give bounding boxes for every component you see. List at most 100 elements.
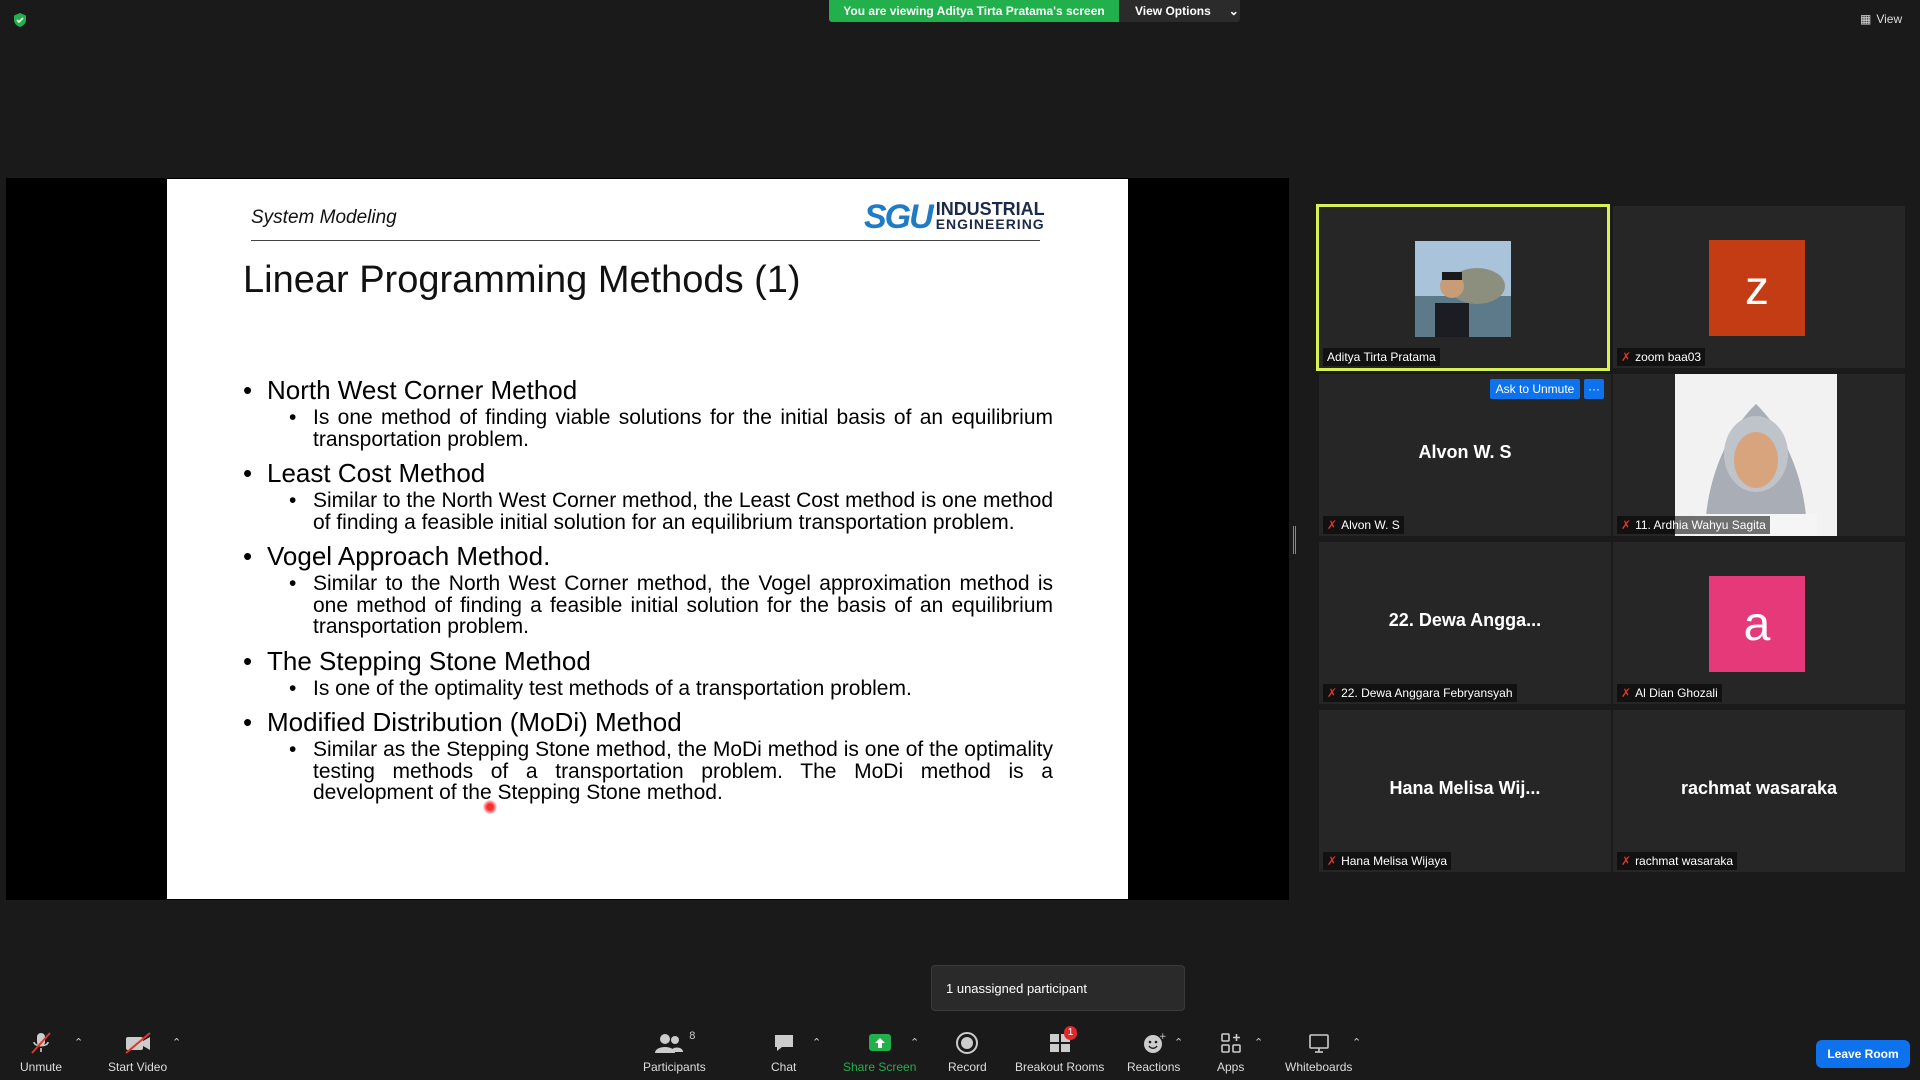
bullet-heading: • Vogel Approach Method. bbox=[243, 541, 551, 571]
apps-options-caret-icon[interactable]: ⌃ bbox=[1254, 1036, 1263, 1049]
leave-room-button[interactable]: Leave Room bbox=[1816, 1040, 1910, 1068]
unmute-label: Unmute bbox=[20, 1060, 63, 1074]
share-screen-icon bbox=[867, 1030, 893, 1056]
participant-name: ✗ 11. Ardhia Wahyu Sagita bbox=[1617, 516, 1770, 534]
splitter-handle[interactable] bbox=[1293, 526, 1296, 554]
slide-title: Linear Programming Methods (1) bbox=[243, 259, 801, 301]
breakout-rooms-button[interactable]: 1 Breakout Rooms bbox=[1015, 1026, 1105, 1074]
mic-muted-icon: ✗ bbox=[1327, 854, 1338, 868]
participant-tile[interactable]: 22. Dewa Angga... ✗ 22. Dewa Anggara Febr… bbox=[1319, 542, 1611, 704]
participants-count: 8 bbox=[689, 1030, 696, 1042]
participant-tile[interactable]: rachmat wasaraka ✗ rachmat wasaraka bbox=[1613, 710, 1905, 872]
logo-line1: INDUSTRIAL bbox=[935, 199, 1045, 219]
viewing-screen-banner: You are viewing Aditya Tirta Pratama's s… bbox=[829, 0, 1119, 22]
laser-pointer-icon bbox=[483, 800, 497, 814]
view-button[interactable]: ▦ View bbox=[1860, 10, 1902, 28]
share-screen-button[interactable]: Share Screen bbox=[843, 1030, 916, 1074]
participant-display-name: Alvon W. S bbox=[1418, 442, 1512, 462]
mic-muted-icon: ✗ bbox=[1621, 518, 1632, 532]
participants-label: Participants bbox=[643, 1060, 706, 1074]
slide-header: System Modeling bbox=[251, 207, 397, 228]
chat-label: Chat bbox=[771, 1060, 797, 1074]
breakout-rooms-label: Breakout Rooms bbox=[1015, 1060, 1105, 1074]
chat-icon bbox=[772, 1030, 796, 1056]
record-icon bbox=[955, 1030, 979, 1056]
share-options-caret-icon[interactable]: ⌃ bbox=[910, 1036, 919, 1049]
bullet-heading: • North West Corner Method bbox=[243, 375, 578, 405]
whiteboards-options-caret-icon[interactable]: ⌃ bbox=[1352, 1036, 1361, 1049]
participant-tile[interactable]: ✗ 11. Ardhia Wahyu Sagita bbox=[1613, 374, 1905, 536]
apps-icon bbox=[1219, 1030, 1243, 1056]
logo-mark: SGU bbox=[864, 197, 934, 236]
participant-tile[interactable]: Hana Melisa Wij... ✗ Hana Melisa Wijaya bbox=[1319, 710, 1611, 872]
participant-display-name: Hana Melisa Wij... bbox=[1389, 778, 1541, 798]
mic-muted-icon: ✗ bbox=[1327, 686, 1338, 700]
chevron-down-icon: ⌄ bbox=[1228, 4, 1239, 18]
video-options-caret-icon[interactable]: ⌃ bbox=[172, 1036, 181, 1049]
more-options-button[interactable]: ··· bbox=[1584, 379, 1604, 399]
slide-divider bbox=[251, 240, 1040, 241]
participant-photo bbox=[1675, 374, 1837, 536]
unassigned-participant-tooltip[interactable]: 1 unassigned participant bbox=[931, 965, 1185, 1011]
mic-muted-icon: ✗ bbox=[1621, 854, 1632, 868]
participant-name: ✗ rachmat wasaraka bbox=[1617, 852, 1738, 870]
audio-options-caret-icon[interactable]: ⌃ bbox=[74, 1036, 83, 1049]
bullet-detail: • Is one method of finding viable solutio… bbox=[289, 406, 1053, 451]
participant-display-name: rachmat wasaraka bbox=[1680, 778, 1838, 798]
record-label: Record bbox=[948, 1060, 987, 1074]
avatar: z bbox=[1709, 240, 1805, 336]
avatar: a bbox=[1709, 576, 1805, 672]
apps-label: Apps bbox=[1217, 1060, 1245, 1074]
participant-name: Aditya Tirta Pratama bbox=[1323, 348, 1440, 366]
participant-name: ✗ Hana Melisa Wijaya bbox=[1323, 852, 1452, 870]
grid-view-icon: ▦ bbox=[1860, 12, 1872, 26]
start-video-label: Start Video bbox=[108, 1060, 168, 1074]
chat-button[interactable]: Chat bbox=[771, 1030, 796, 1074]
participant-tile[interactable]: a ✗ Al Dian Ghozali bbox=[1613, 542, 1905, 704]
chat-options-caret-icon[interactable]: ⌃ bbox=[812, 1036, 821, 1049]
view-options-label: View Options bbox=[1135, 4, 1211, 18]
share-screen-label: Share Screen bbox=[843, 1060, 917, 1074]
security-shield-icon[interactable] bbox=[12, 12, 28, 28]
bullet-detail: • Is one of the optimality test methods o… bbox=[289, 676, 912, 700]
ask-to-unmute-button[interactable]: Ask to Unmute bbox=[1490, 379, 1580, 399]
presentation-slide: System Modeling SGU INDUSTRIAL ENGINEERI… bbox=[167, 179, 1128, 899]
logo-line2: ENGINEERING bbox=[935, 216, 1045, 232]
participants-icon: 8 bbox=[653, 1030, 695, 1056]
bullet-detail: • Similar to the North West Corner method… bbox=[289, 572, 1053, 638]
participant-name: ✗ Alvon W. S bbox=[1323, 516, 1404, 534]
sgu-logo: SGU INDUSTRIAL ENGINEERING bbox=[864, 197, 1045, 236]
reactions-button[interactable]: + Reactions bbox=[1127, 1030, 1180, 1074]
mic-muted-icon: ✗ bbox=[1327, 518, 1338, 532]
participant-tile[interactable]: z ✗ zoom baa03 bbox=[1613, 206, 1905, 368]
view-label: View bbox=[1876, 12, 1903, 26]
bullet-heading: • Modified Distribution (MoDi) Method bbox=[243, 707, 682, 737]
whiteboards-label: Whiteboards bbox=[1285, 1060, 1353, 1074]
start-video-button[interactable]: Start Video bbox=[108, 1030, 167, 1074]
reactions-icon: + bbox=[1142, 1030, 1166, 1056]
slide-bullets: • North West Corner Method • Is one method… bbox=[243, 369, 1063, 812]
unmute-button[interactable]: Unmute bbox=[20, 1030, 62, 1074]
svg-text:+: + bbox=[1159, 1032, 1166, 1042]
breakout-rooms-icon: 1 bbox=[1048, 1026, 1078, 1056]
apps-button[interactable]: Apps bbox=[1217, 1030, 1244, 1074]
whiteboard-icon bbox=[1307, 1030, 1331, 1056]
reactions-label: Reactions bbox=[1127, 1060, 1181, 1074]
participants-button[interactable]: 8 Participants bbox=[643, 1030, 706, 1074]
participant-name: ✗ 22. Dewa Anggara Febryansyah bbox=[1323, 684, 1517, 702]
bullet-heading: • Least Cost Method bbox=[243, 458, 486, 488]
participant-tile[interactable]: Aditya Tirta Pratama bbox=[1316, 204, 1610, 371]
record-button[interactable]: Record bbox=[948, 1030, 987, 1074]
participant-name: ✗ zoom baa03 bbox=[1617, 348, 1706, 366]
bullet-detail: • Similar as the Stepping Stone method, t… bbox=[289, 738, 1053, 804]
mic-muted-icon: ✗ bbox=[1621, 350, 1632, 364]
video-off-icon bbox=[123, 1030, 153, 1056]
participant-photo bbox=[1415, 241, 1511, 337]
reactions-options-caret-icon[interactable]: ⌃ bbox=[1174, 1036, 1183, 1049]
breakout-badge: 1 bbox=[1063, 1026, 1078, 1040]
bullet-detail: • Similar to the North West Corner method… bbox=[289, 489, 1053, 534]
mic-muted-icon bbox=[28, 1030, 54, 1056]
whiteboards-button[interactable]: Whiteboards bbox=[1285, 1030, 1352, 1074]
view-options-button[interactable]: View Options ⌄ bbox=[1119, 0, 1240, 22]
mic-muted-icon: ✗ bbox=[1621, 686, 1632, 700]
